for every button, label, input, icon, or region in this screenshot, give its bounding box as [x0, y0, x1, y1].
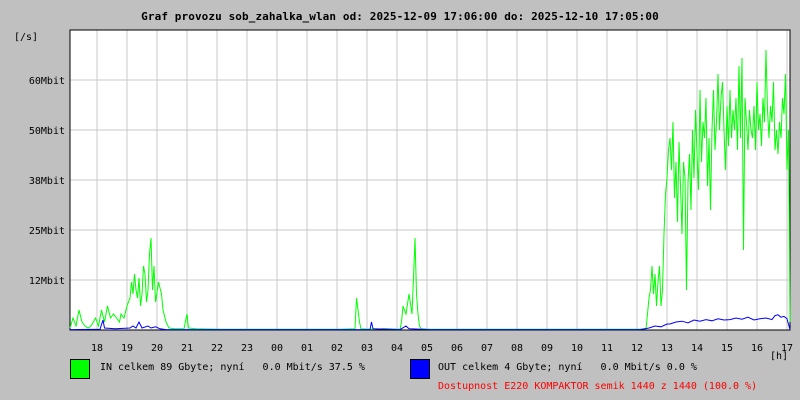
y-axis-unit: [/s]: [14, 32, 38, 43]
x-tick-label: 07: [481, 343, 493, 354]
x-tick-label: 03: [361, 343, 373, 354]
x-tick-label: 01: [301, 343, 313, 354]
x-tick-label: 12: [631, 343, 643, 354]
x-tick-label: 16: [751, 343, 763, 354]
x-tick-label: 19: [121, 343, 133, 354]
x-tick-label: 20: [151, 343, 163, 354]
x-tick-label: 11: [601, 343, 613, 354]
x-tick-label: 00: [271, 343, 283, 354]
x-tick-label: 02: [331, 343, 343, 354]
x-tick-label: 04: [391, 343, 403, 354]
x-tick-label: 08: [511, 343, 523, 354]
legend-in-swatch: [70, 359, 90, 379]
x-tick-label: 09: [541, 343, 553, 354]
x-tick-label: 13: [661, 343, 673, 354]
x-tick-label: 14: [691, 343, 703, 354]
y-tick-label: 12Mbit: [29, 276, 65, 287]
x-tick-label: 05: [421, 343, 433, 354]
y-tick-label: 25Mbit: [29, 226, 65, 237]
legend-out-text: OUT celkem 4 Gbyte; nyní 0.0 Mbit/s 0.0 …: [438, 362, 697, 373]
y-tick-label: 38Mbit: [29, 176, 65, 187]
x-tick-label: 06: [451, 343, 463, 354]
x-tick-label: 21: [181, 343, 193, 354]
x-axis-unit: [h]: [770, 351, 788, 362]
availability-text: Dostupnost E220 KOMPAKTOR semik 1440 z 1…: [438, 381, 758, 392]
legend-in-text: IN celkem 89 Gbyte; nyní 0.0 Mbit/s 37.5…: [100, 362, 365, 373]
y-tick-label: 60Mbit: [29, 76, 65, 87]
x-tick-label: 23: [241, 343, 253, 354]
x-tick-label: 18: [91, 343, 103, 354]
x-tick-label: 10: [571, 343, 583, 354]
y-tick-label: 50Mbit: [29, 126, 65, 137]
x-tick-label: 15: [721, 343, 733, 354]
legend-out-swatch: [410, 359, 430, 379]
chart-svg: 18 19 20 21 22 23 00 01 02 03 04 05 06 07 08 09 10 11 12 13…: [14, 29, 793, 362]
x-tick-label: 22: [211, 343, 223, 354]
